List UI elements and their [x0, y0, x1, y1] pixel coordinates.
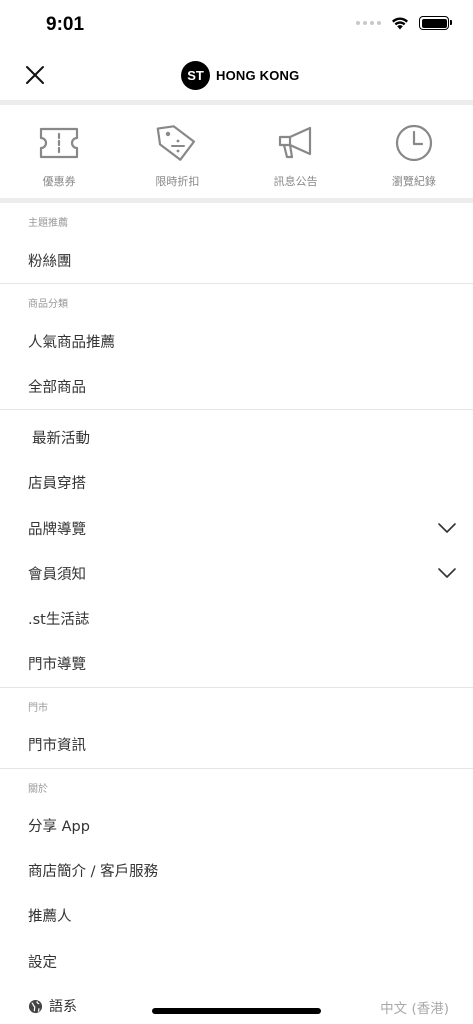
divider — [0, 409, 473, 410]
menu-item-label: 會員須知 — [28, 566, 86, 583]
close-button[interactable] — [22, 62, 48, 88]
quick-link-label: 優惠券 — [42, 175, 76, 188]
quick-link-history[interactable]: 瀏覽紀錄 — [355, 105, 473, 198]
menu-item-all-products[interactable]: 全部商品 — [0, 366, 473, 406]
menu-item-label: 品牌導覽 — [28, 521, 86, 538]
wifi-icon — [392, 17, 408, 30]
quick-link-label: 訊息公告 — [273, 175, 318, 188]
battery-icon — [419, 16, 452, 30]
cellular-signal-icon — [356, 21, 381, 25]
divider — [0, 768, 473, 769]
chevron-down-icon — [438, 568, 456, 578]
menu-item-fan-club[interactable]: 粉絲團 — [0, 240, 473, 280]
menu-item-popular-products[interactable]: 人氣商品推薦 — [0, 321, 473, 361]
menu-item-share-app[interactable]: 分享 App — [0, 805, 473, 845]
section-title-themes: 主題推薦 — [28, 218, 68, 229]
language-label: 語系 — [49, 999, 77, 1015]
chevron-down-icon — [438, 523, 456, 533]
quick-link-label: 限時折扣 — [155, 175, 200, 188]
status-icons — [356, 16, 452, 30]
discount-tag-icon — [157, 125, 196, 161]
menu-item-store-info[interactable]: 門市資訊 — [0, 724, 473, 764]
divider — [0, 687, 473, 688]
brand-header: ST HONG KONG — [181, 61, 299, 90]
globe-icon — [28, 999, 43, 1013]
language-value[interactable]: 中文 (香港) — [380, 997, 449, 1017]
quick-link-coupons[interactable]: 優惠券 — [0, 105, 118, 198]
divider — [0, 283, 473, 284]
menu-item-store-guide[interactable]: 門市導覽 — [0, 643, 473, 683]
section-title-categories: 商品分類 — [28, 299, 68, 310]
menu-item-lifestyle-magazine[interactable]: .st生活誌 — [0, 598, 473, 638]
section-title-about: 關於 — [28, 784, 48, 795]
quick-links: 優惠券 限時折扣 訊息公告 瀏覽紀錄 — [0, 105, 473, 198]
nav-bar: ST HONG KONG — [0, 50, 473, 100]
menu-item-staff-outfits[interactable]: 店員穿搭 — [0, 462, 473, 502]
menu-item-referrer[interactable]: 推薦人 — [0, 895, 473, 935]
menu-item-brand-guide[interactable]: 品牌導覽 — [0, 508, 473, 548]
home-indicator — [152, 1008, 321, 1014]
status-bar: 9:01 — [0, 0, 473, 50]
language-row: 語系 中文 (香港) — [0, 992, 473, 1022]
brand-name: HONG KONG — [216, 68, 300, 83]
language-selector[interactable]: 語系 — [28, 996, 77, 1016]
menu-item-member-notice[interactable]: 會員須知 — [0, 553, 473, 593]
section-title-store: 門市 — [28, 703, 48, 714]
menu-item-about-service[interactable]: 商店簡介 / 客戶服務 — [0, 850, 473, 890]
divider — [0, 198, 473, 203]
ticket-icon — [40, 127, 79, 159]
megaphone-icon — [278, 126, 311, 159]
brand-logo: ST — [181, 61, 210, 90]
status-time: 9:01 — [46, 14, 85, 35]
menu-item-settings[interactable]: 設定 — [0, 941, 473, 981]
menu-item-latest-events[interactable]: 最新活動 — [0, 417, 473, 457]
quick-link-label: 瀏覽紀錄 — [391, 175, 436, 188]
close-icon — [26, 66, 44, 84]
quick-link-flash-sale[interactable]: 限時折扣 — [118, 105, 236, 198]
quick-link-announcements[interactable]: 訊息公告 — [237, 105, 355, 198]
clock-icon — [395, 124, 432, 162]
